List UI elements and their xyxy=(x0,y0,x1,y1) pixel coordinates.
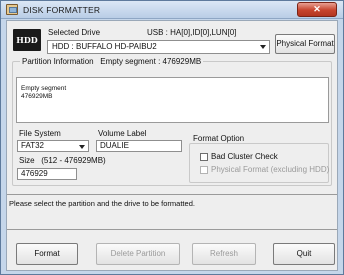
file-system-select[interactable]: FAT32 xyxy=(17,140,89,152)
hdd-logo: HDD xyxy=(13,29,41,51)
size-label: Size (512 - 476929MB) xyxy=(19,156,106,165)
delete-partition-button[interactable]: Delete Partition xyxy=(96,243,180,265)
format-option-title: Format Option xyxy=(193,134,245,143)
disk-formatter-window: DISK FORMATTER ✕ HDD Selected Drive USB … xyxy=(0,0,344,275)
window-title: DISK FORMATTER xyxy=(23,5,101,15)
bad-cluster-checkbox[interactable] xyxy=(200,153,208,161)
title-bar[interactable]: DISK FORMATTER ✕ xyxy=(1,1,343,19)
size-input[interactable]: 476929 xyxy=(17,168,77,180)
usb-info-label: USB : HA[0],ID[0],LUN[0] xyxy=(147,28,237,37)
quit-button[interactable]: Quit xyxy=(273,243,335,265)
physical-format-button[interactable]: Physical Format xyxy=(275,34,335,54)
partition-summary: Empty segment : 476929MB xyxy=(100,57,202,66)
file-system-value: FAT32 xyxy=(21,141,44,150)
volume-label-label: Volume Label xyxy=(98,129,147,138)
partition-list-item-size: 476929MB xyxy=(21,93,53,100)
app-icon xyxy=(6,4,18,15)
physical-format-checkbox[interactable] xyxy=(200,166,208,174)
size-label-text: Size xyxy=(19,156,35,165)
chevron-down-icon xyxy=(260,45,266,49)
partition-list-item-name: Empty segment xyxy=(21,85,67,92)
chevron-down-icon xyxy=(79,145,85,149)
drive-select[interactable]: HDD : BUFFALO HD-PAIBU2 xyxy=(47,40,270,54)
size-range: (512 - 476929MB) xyxy=(41,156,106,165)
physical-format-option-label: Physical Format (excluding HDD) xyxy=(211,165,330,174)
selected-drive-label: Selected Drive xyxy=(48,28,101,37)
partition-info-label: Partition Information xyxy=(22,57,94,66)
format-button[interactable]: Format xyxy=(16,243,78,265)
drive-select-value: HDD : BUFFALO HD-PAIBU2 xyxy=(52,42,157,51)
bad-cluster-label[interactable]: Bad Cluster Check xyxy=(211,152,278,161)
volume-label-input[interactable]: DUALIE xyxy=(96,140,182,152)
close-button[interactable]: ✕ xyxy=(297,2,337,17)
partition-list[interactable]: Empty segment 476929MB xyxy=(16,77,329,123)
refresh-button[interactable]: Refresh xyxy=(192,243,256,265)
dialog-body: HDD Selected Drive USB : HA[0],ID[0],LUN… xyxy=(6,20,338,271)
format-option-group xyxy=(189,143,329,183)
partition-info-title: Partition Information Empty segment : 47… xyxy=(20,57,204,66)
file-system-label: File System xyxy=(19,129,61,138)
status-message: Please select the partition and the driv… xyxy=(9,199,195,208)
